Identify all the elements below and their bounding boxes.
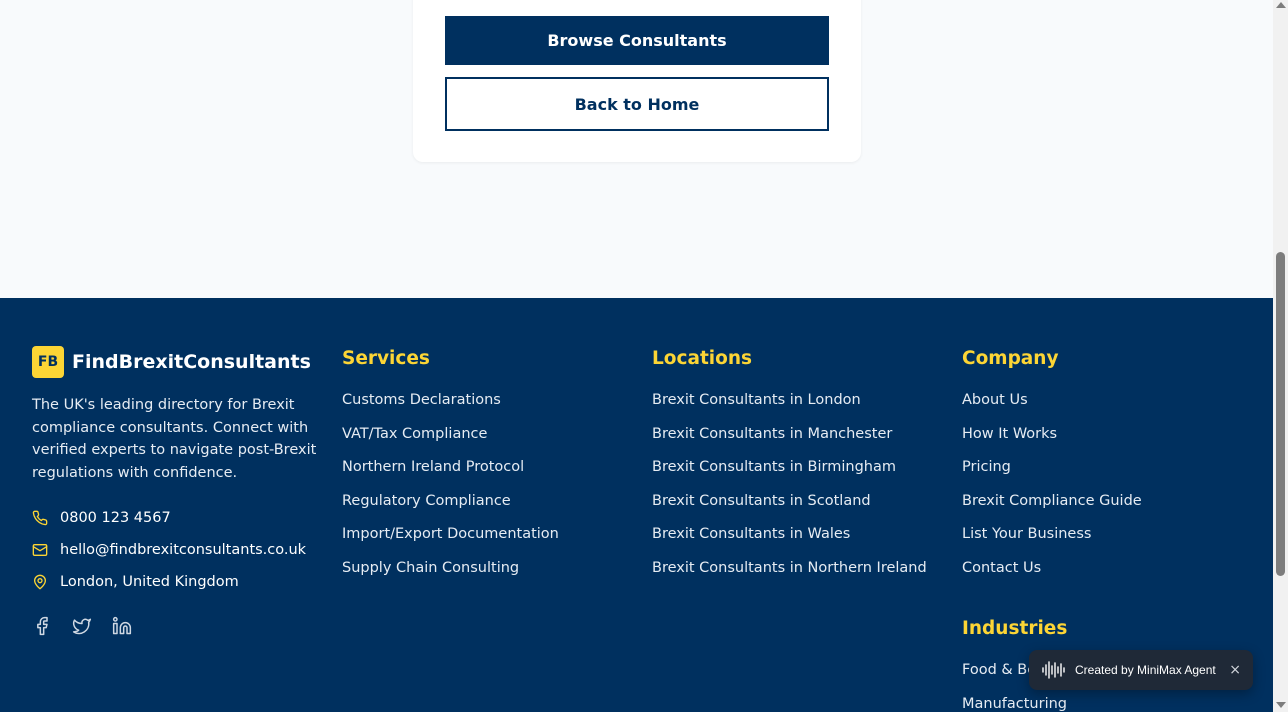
footer-brand[interactable]: FB FindBrexitConsultants — [32, 346, 311, 378]
scrollbar-thumb[interactable] — [1276, 252, 1285, 576]
locations-link[interactable]: Brexit Consultants in Manchester — [652, 425, 927, 459]
phone-icon — [32, 510, 48, 526]
company-link[interactable]: Pricing — [962, 458, 1142, 492]
mail-icon — [32, 544, 48, 556]
services-link[interactable]: Northern Ireland Protocol — [342, 458, 559, 492]
contact-email[interactable]: hello@findbrexitconsultants.co.uk — [32, 542, 306, 558]
back-to-home-button[interactable]: Back to Home — [445, 77, 829, 131]
social-links — [32, 616, 132, 636]
locations-link[interactable]: Brexit Consultants in London — [652, 391, 927, 425]
locations-link[interactable]: Brexit Consultants in Birmingham — [652, 458, 927, 492]
contact-location: London, United Kingdom — [32, 574, 239, 590]
services-link[interactable]: Customs Declarations — [342, 391, 559, 425]
brand-description: The UK's leading directory for Brexit co… — [32, 397, 317, 481]
locations-link[interactable]: Brexit Consultants in Scotland — [652, 492, 927, 526]
locations-column: Locations Brexit Consultants in London B… — [652, 348, 927, 593]
locations-link[interactable]: Brexit Consultants in Northern Ireland — [652, 559, 927, 593]
company-link[interactable]: Contact Us — [962, 559, 1142, 593]
company-link[interactable]: List Your Business — [962, 525, 1142, 559]
page-content: Browse Consultants Back to Home — [0, 0, 1273, 298]
brand-logo: FB — [32, 346, 64, 378]
services-link[interactable]: Import/Export Documentation — [342, 525, 559, 559]
locations-link[interactable]: Brexit Consultants in Wales — [652, 525, 927, 559]
company-heading: Company — [962, 348, 1059, 369]
company-column: Company About Us How It Works Pricing Br… — [962, 348, 1142, 593]
scroll-up-arrow-icon[interactable] — [1276, 2, 1286, 8]
linkedin-icon[interactable] — [112, 616, 132, 636]
email-text: hello@findbrexitconsultants.co.uk — [60, 542, 307, 558]
services-link[interactable]: VAT/Tax Compliance — [342, 425, 559, 459]
phone-text: 0800 123 4567 — [60, 510, 171, 526]
badge-text: Created by MiniMax Agent — [1075, 663, 1216, 677]
location-text: London, United Kingdom — [60, 574, 239, 590]
company-link[interactable]: Brexit Compliance Guide — [962, 492, 1142, 526]
browse-consultants-button[interactable]: Browse Consultants — [445, 16, 829, 65]
industries-heading: Industries — [962, 618, 1068, 639]
map-pin-icon — [34, 574, 46, 590]
company-link[interactable]: How It Works — [962, 425, 1142, 459]
services-heading: Services — [342, 348, 430, 369]
facebook-icon[interactable] — [32, 616, 52, 636]
contact-phone[interactable]: 0800 123 4567 — [32, 510, 171, 526]
twitter-icon[interactable] — [72, 616, 92, 636]
page-scrollbar[interactable] — [1273, 0, 1288, 712]
company-link[interactable]: About Us — [962, 391, 1142, 425]
locations-heading: Locations — [652, 348, 753, 369]
scroll-down-arrow-icon[interactable] — [1276, 702, 1286, 708]
industries-link[interactable]: Manufacturing — [962, 695, 1067, 712]
brand-name: FindBrexitConsultants — [72, 351, 311, 373]
services-link[interactable]: Supply Chain Consulting — [342, 559, 559, 593]
close-icon[interactable]: × — [1229, 662, 1241, 678]
sound-wave-icon — [1042, 661, 1065, 679]
services-column: Services Customs Declarations VAT/Tax Co… — [342, 348, 559, 593]
services-link[interactable]: Regulatory Compliance — [342, 492, 559, 526]
minimax-badge[interactable]: Created by MiniMax Agent × — [1029, 650, 1253, 690]
